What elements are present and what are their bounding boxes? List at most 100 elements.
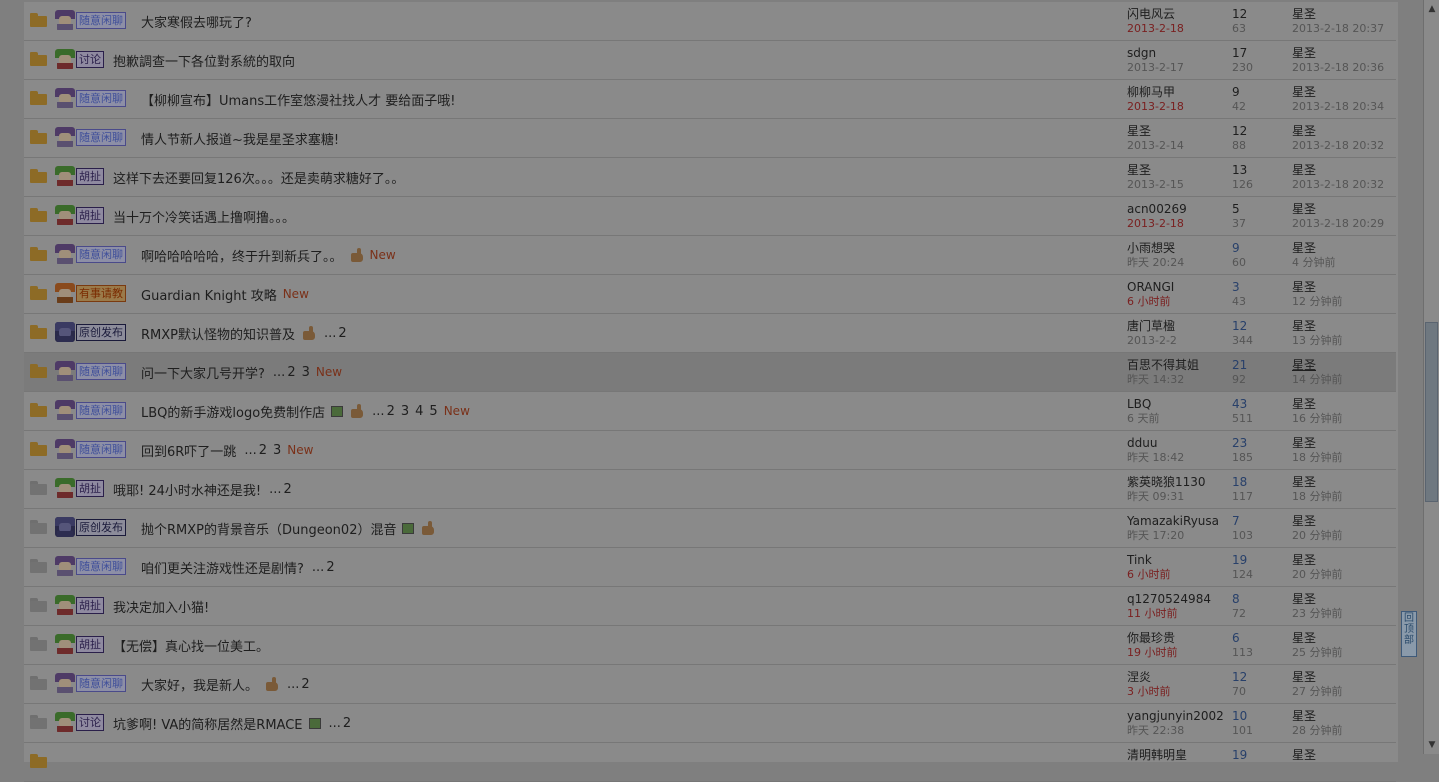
thread-category-tag[interactable]: 原创发布 <box>55 321 126 343</box>
last-post-time[interactable]: 27 分钟前 <box>1292 685 1343 698</box>
thread-row[interactable]: 随意闲聊 回到6R吓了一跳... 2 3 New dduu 昨天 18:42 23 185 星圣 1… <box>24 431 1396 470</box>
thread-title-link[interactable]: LBQ的新手游戏logo免费制作店 <box>141 402 325 421</box>
page-link[interactable]: 2 <box>343 716 351 731</box>
last-poster-link[interactable]: 星圣 <box>1292 592 1316 606</box>
author-link[interactable]: sdgn <box>1127 46 1156 60</box>
author-link[interactable]: YamazakiRyusa <box>1127 514 1219 528</box>
thread-row[interactable]: 有事请教 Guardian Knight 攻略 New ORANGI 6 小时前 3 43 星… <box>24 275 1396 314</box>
thread-category-tag[interactable]: 随意闲聊 <box>55 243 126 265</box>
page-link[interactable]: 3 <box>273 443 281 458</box>
thread-category-tag[interactable]: 随意闲聊 <box>55 126 126 148</box>
reply-count[interactable]: 19 <box>1232 553 1247 567</box>
thread-category-tag[interactable]: 原创发布 <box>55 516 126 538</box>
thread-row[interactable]: 随意闲聊 咱们更关注游戏性还是剧情?... 2 Tink 6 小时前 19 124 星圣 20 … <box>24 548 1396 587</box>
category-label[interactable]: 随意闲聊 <box>76 362 126 380</box>
author-link[interactable]: 清明韩明皇 <box>1127 748 1187 762</box>
thread-category-tag[interactable]: 随意闲聊 <box>55 672 126 694</box>
thread-title-link[interactable]: Guardian Knight 攻略 <box>141 285 277 304</box>
thread-category-tag[interactable]: 胡扯 <box>55 633 104 655</box>
page-link[interactable]: 4 <box>415 404 423 419</box>
category-label[interactable]: 随意闲聊 <box>76 401 126 419</box>
reply-count[interactable]: 17 <box>1232 46 1247 60</box>
author-link[interactable]: 星圣 <box>1127 124 1151 138</box>
last-poster-link[interactable]: 星圣 <box>1292 670 1316 684</box>
chevron-down-icon[interactable]: ▼ <box>1424 736 1439 754</box>
category-label[interactable]: 有事请教 <box>76 284 126 302</box>
last-poster-link[interactable]: 星圣 <box>1292 46 1316 60</box>
author-link[interactable]: acn00269 <box>1127 202 1187 216</box>
thread-category-tag[interactable]: 随意闲聊 <box>55 399 126 421</box>
last-post-time[interactable]: 18 分钟前 <box>1292 490 1343 503</box>
last-post-time[interactable]: 2013-2-18 20:32 <box>1292 139 1384 152</box>
author-link[interactable]: 柳柳马甲 <box>1127 85 1175 99</box>
category-label[interactable]: 胡扯 <box>76 596 104 614</box>
reply-count[interactable]: 23 <box>1232 436 1247 450</box>
last-poster-link[interactable]: 星圣 <box>1292 319 1316 333</box>
category-label[interactable]: 胡扯 <box>76 206 104 224</box>
category-label[interactable]: 随意闲聊 <box>76 128 126 146</box>
thread-title-link[interactable]: 【无偿】真心找一位美工。 <box>113 636 269 655</box>
thread-title-link[interactable]: 哦耶! 24小时水神还是我! <box>113 480 261 499</box>
last-poster-link[interactable]: 星圣 <box>1292 631 1316 645</box>
thread-category-tag[interactable]: 随意闲聊 <box>55 555 126 577</box>
author-link[interactable]: 涅炎 <box>1127 670 1151 684</box>
category-label[interactable]: 随意闲聊 <box>76 89 126 107</box>
page-link[interactable]: 2 <box>326 560 334 575</box>
thread-title-link[interactable]: 坑爹啊! VA的简称居然是RMACE <box>113 714 303 733</box>
last-poster-link[interactable]: 星圣 <box>1292 553 1316 567</box>
thread-category-tag[interactable]: 随意闲聊 <box>55 9 126 31</box>
thread-row[interactable]: 胡扯 这样下去还要回复126次。。。还是卖萌求糖好了。。 星圣 2013-2-15 13… <box>24 158 1396 197</box>
reply-count[interactable]: 12 <box>1232 124 1247 138</box>
thread-row[interactable]: 原创发布 RMXP默认怪物的知识普及... 2 唐门草楹 2013-2-2 12 344 星圣… <box>24 314 1396 353</box>
reply-count[interactable]: 19 <box>1232 748 1247 762</box>
last-poster-link[interactable]: 星圣 <box>1292 436 1316 450</box>
reply-count[interactable]: 5 <box>1232 202 1240 216</box>
chevron-up-icon[interactable]: ▲ <box>1424 0 1439 18</box>
reply-count[interactable]: 12 <box>1232 319 1247 333</box>
thread-category-tag[interactable]: 有事请教 <box>55 282 126 304</box>
page-link[interactable]: 5 <box>429 404 437 419</box>
category-label[interactable]: 随意闲聊 <box>76 674 126 692</box>
last-post-time[interactable]: 16 分钟前 <box>1292 412 1343 425</box>
last-post-time[interactable]: 2013-2-18 20:29 <box>1292 217 1384 230</box>
last-poster-link[interactable]: 星圣 <box>1292 475 1316 489</box>
reply-count[interactable]: 9 <box>1232 85 1240 99</box>
author-link[interactable]: LBQ <box>1127 397 1151 411</box>
category-label[interactable]: 随意闲聊 <box>76 557 126 575</box>
thread-title-link[interactable]: 大家好，我是新人。 <box>141 675 258 694</box>
page-link[interactable]: 3 <box>401 404 409 419</box>
reply-count[interactable]: 7 <box>1232 514 1240 528</box>
thread-category-tag[interactable]: 胡扯 <box>55 204 104 226</box>
reply-count[interactable]: 10 <box>1232 709 1247 723</box>
thread-row[interactable]: 胡扯 哦耶! 24小时水神还是我!... 2 紫英晓狼1130 昨天 09:31 18 11… <box>24 470 1396 509</box>
thread-title-link[interactable]: 我决定加入小猫! <box>113 597 209 616</box>
last-post-time[interactable]: 2013-2-18 20:37 <box>1292 22 1384 35</box>
last-poster-link[interactable]: 星圣 <box>1292 397 1316 411</box>
last-post-time[interactable]: 20 分钟前 <box>1292 568 1343 581</box>
reply-count[interactable]: 13 <box>1232 163 1247 177</box>
last-post-time[interactable]: 18 分钟前 <box>1292 451 1343 464</box>
last-post-time[interactable]: 12 分钟前 <box>1292 295 1343 308</box>
thread-row[interactable]: 随意闲聊 情人节新人报道~我是星圣求塞糖! 星圣 2013-2-14 12 88 星圣 201… <box>24 119 1396 158</box>
reply-count[interactable]: 3 <box>1232 280 1240 294</box>
reply-count[interactable]: 12 <box>1232 670 1247 684</box>
reply-count[interactable]: 18 <box>1232 475 1247 489</box>
last-poster-link[interactable]: 星圣 <box>1292 124 1316 138</box>
reply-count[interactable]: 12 <box>1232 7 1247 21</box>
author-link[interactable]: 闪电风云 <box>1127 7 1175 21</box>
page-link[interactable]: 2 <box>287 365 295 380</box>
thread-row[interactable]: 随意闲聊 大家寒假去哪玩了? 闪电风云 2013-2-18 12 63 星圣 2013-2-1… <box>24 2 1396 41</box>
thread-category-tag[interactable]: 胡扯 <box>55 477 104 499</box>
author-link[interactable]: 星圣 <box>1127 163 1151 177</box>
last-post-time[interactable]: 13 分钟前 <box>1292 334 1343 347</box>
last-post-time[interactable]: 2013-2-18 20:34 <box>1292 100 1384 113</box>
last-post-time[interactable]: 2013-2-18 20:36 <box>1292 61 1384 74</box>
thread-title-link[interactable]: 【柳柳宣布】Umans工作室悠漫社找人才 要给面子哦! <box>141 90 456 109</box>
reply-count[interactable]: 6 <box>1232 631 1240 645</box>
last-poster-link[interactable]: 星圣 <box>1292 358 1316 372</box>
thread-row[interactable]: 讨论 坑爹啊! VA的简称居然是RMACE... 2 yangjunyin2002 昨天… <box>24 704 1396 743</box>
page-link[interactable]: 3 <box>302 365 310 380</box>
reply-count[interactable]: 43 <box>1232 397 1247 411</box>
last-post-time[interactable]: 25 分钟前 <box>1292 646 1343 659</box>
thread-row[interactable]: 胡扯 【无偿】真心找一位美工。 你最珍贵 19 小时前 6 113 星圣 25 分钟前 <box>24 626 1396 665</box>
